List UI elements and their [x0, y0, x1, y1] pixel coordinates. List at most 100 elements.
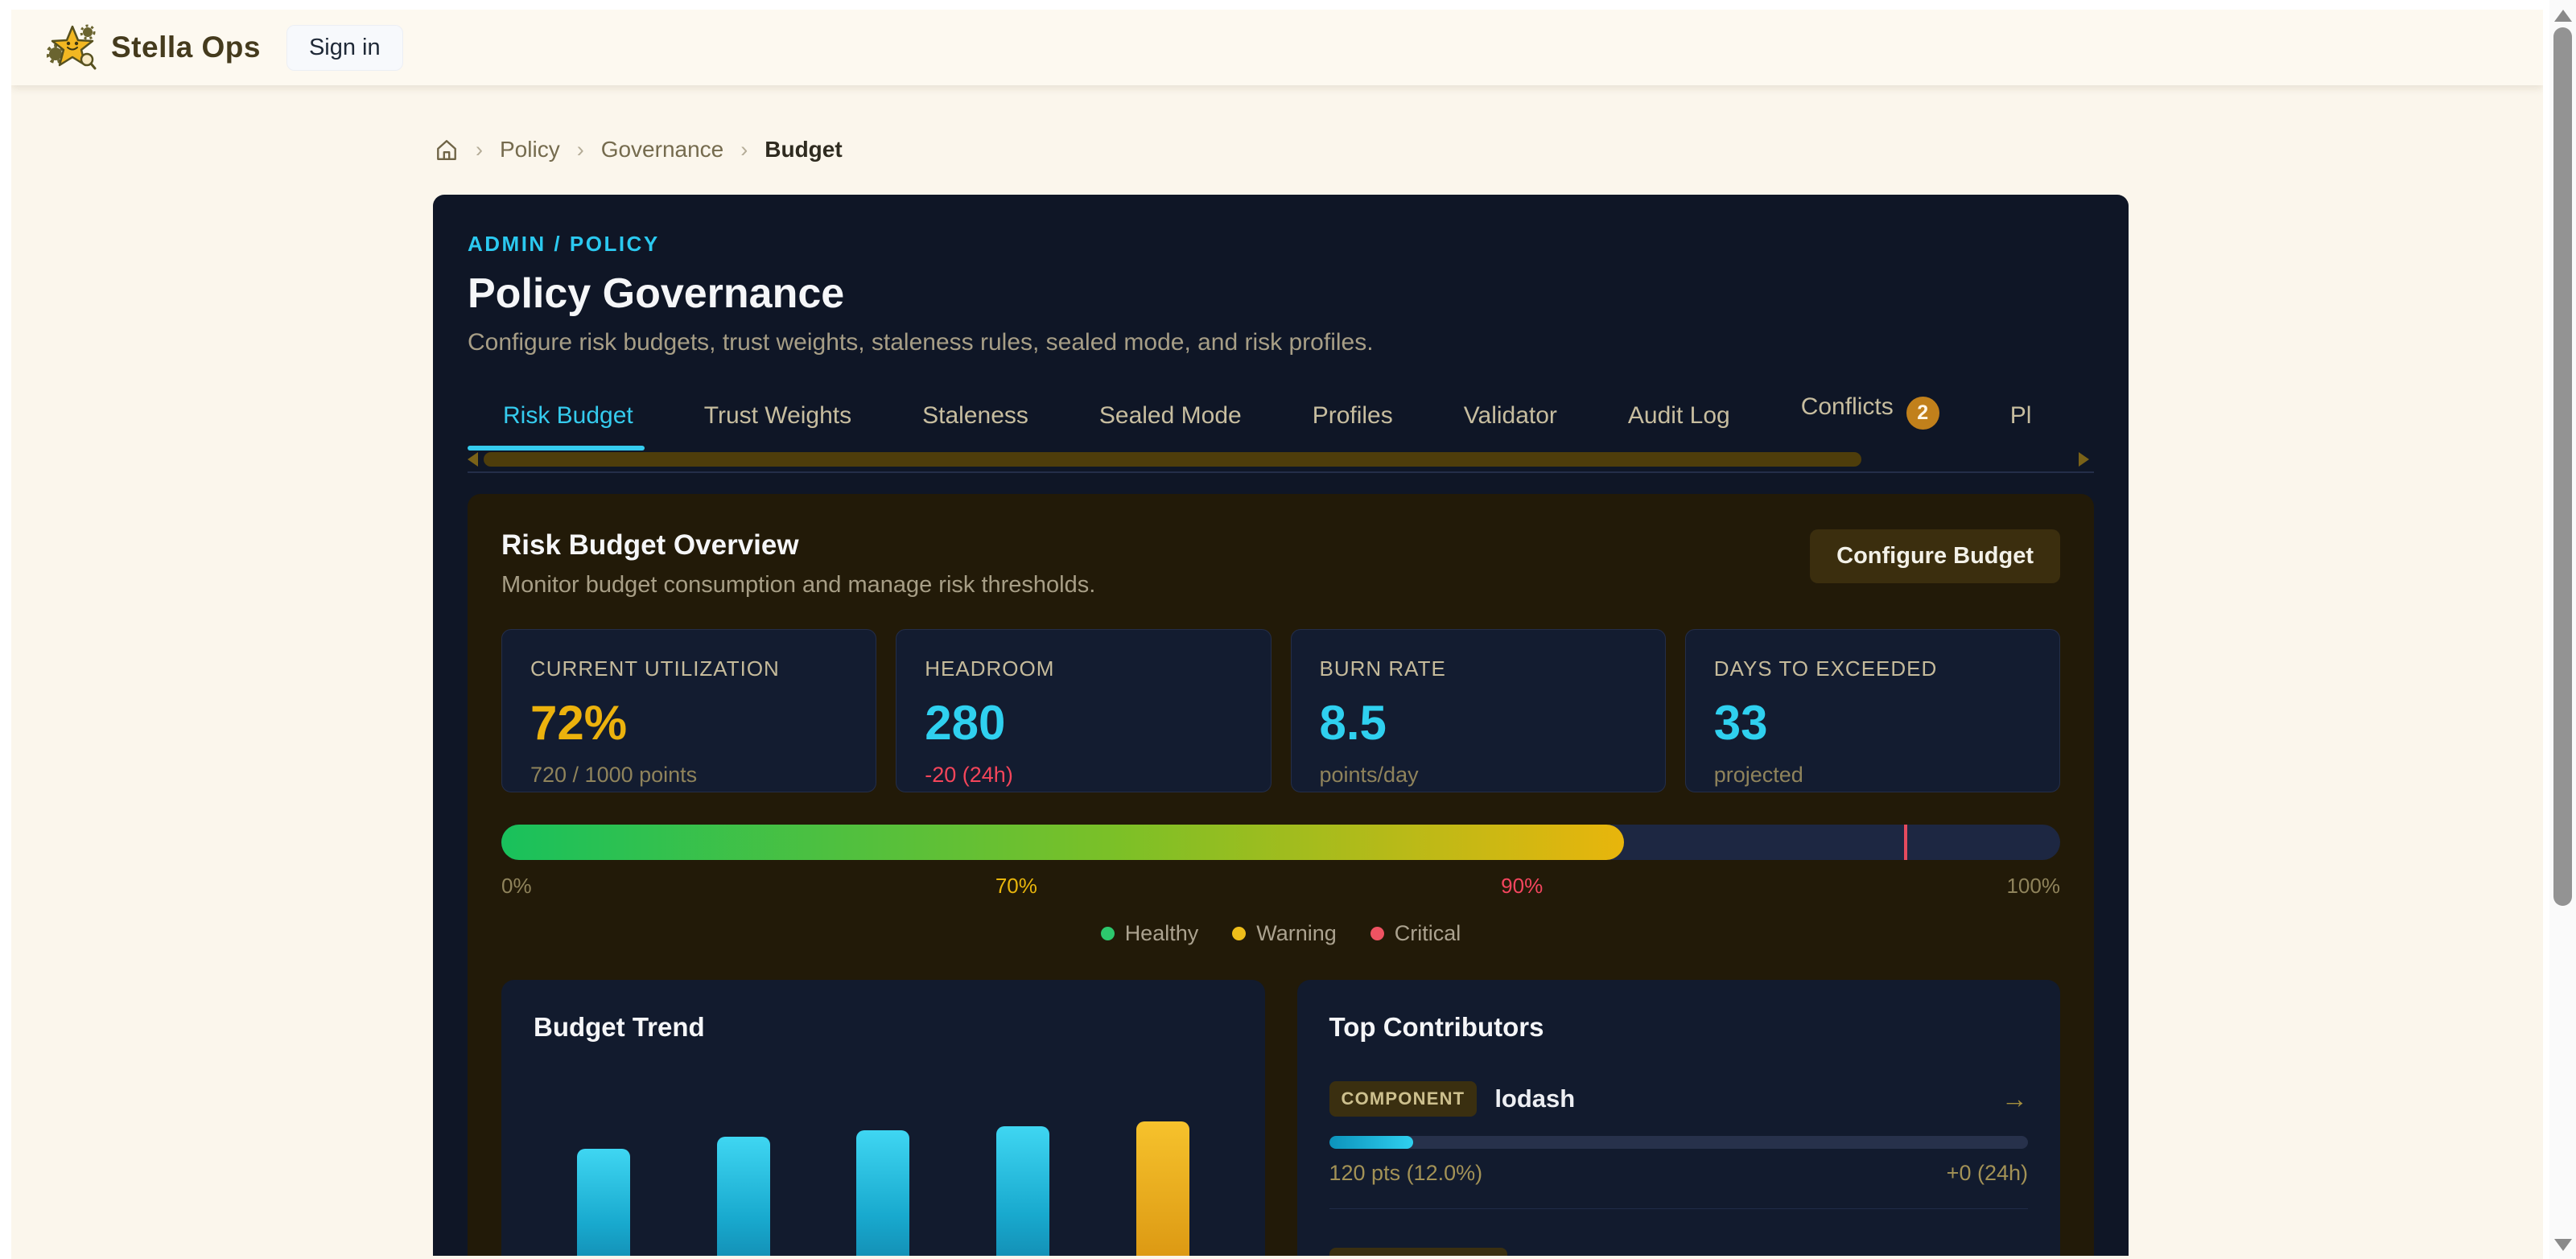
legend-item-critical: Critical: [1370, 921, 1461, 946]
contributor-bar: [1329, 1136, 2029, 1149]
legend-item-healthy: Healthy: [1101, 921, 1199, 946]
stats-grid: CURRENT UTILIZATION 72% 720 / 1000 point…: [501, 629, 2060, 792]
stat-card-current-utilization: CURRENT UTILIZATION 72% 720 / 1000 point…: [501, 629, 876, 792]
row-divider: [1329, 1208, 2029, 1209]
gauge-labels: 0% 70% 90% 100%: [501, 874, 2060, 899]
stat-card-burn-rate: BURN RATE 8.5 points/day: [1291, 629, 1666, 792]
gauge-label-90: 90%: [1501, 874, 1543, 899]
policy-governance-panel: ADMIN / POLICY Policy Governance Configu…: [433, 195, 2129, 1256]
brand-name: Stella Ops: [111, 31, 261, 64]
healthy-dot-icon: [1101, 927, 1115, 940]
home-icon[interactable]: [435, 138, 459, 162]
chart-slot: [962, 1121, 1083, 1256]
gauge-critical-marker: [1904, 825, 1907, 860]
risk-budget-overview-card: Risk Budget Overview Monitor budget cons…: [468, 494, 2094, 1256]
tab-label: Audit Log: [1628, 402, 1730, 429]
page-subtitle: Configure risk budgets, trust weights, s…: [468, 329, 2094, 356]
tab-label: Profiles: [1313, 402, 1393, 429]
app-body: › Policy › Governance › Budget ADMIN / P…: [11, 85, 2543, 1259]
app-window: Stella Ops Sign in › Policy › Governance…: [11, 10, 2543, 1259]
tab-scrollbar: [468, 451, 2094, 468]
overview-subtitle: Monitor budget consumption and manage ri…: [501, 572, 1095, 599]
gauge-fill: [501, 825, 1624, 860]
configure-budget-button[interactable]: Configure Budget: [1810, 529, 2060, 583]
right-arrow-icon[interactable]: →: [2001, 1084, 2028, 1114]
chart-slot: [543, 1121, 664, 1256]
tab-scroll-left-arrow-icon[interactable]: [468, 452, 478, 467]
tab-audit-log[interactable]: Audit Log: [1593, 402, 1766, 451]
budget-utilization-gauge: [501, 825, 2060, 860]
stat-label: BURN RATE: [1320, 656, 1637, 681]
stat-label: CURRENT UTILIZATION: [530, 656, 847, 681]
stat-sub: 720 / 1000 points: [530, 763, 847, 788]
breadcrumb: › Policy › Governance › Budget: [11, 85, 2543, 163]
stat-card-headroom: HEADROOM 280 -20 (24h): [896, 629, 1271, 792]
trend-bar: [717, 1137, 770, 1256]
legend-label: Healthy: [1125, 921, 1199, 946]
critical-dot-icon: [1370, 927, 1384, 940]
page-title: Policy Governance: [468, 269, 2094, 318]
top-contributors-title: Top Contributors: [1329, 1012, 2029, 1043]
contributor-points: 120 pts (12.0%): [1329, 1161, 1483, 1186]
breadcrumb-link-policy[interactable]: Policy: [500, 137, 560, 163]
conflicts-count-badge: 2: [1906, 397, 1939, 430]
scrollbar-thumb[interactable]: [2553, 27, 2572, 906]
tab-scroll-right-arrow-icon[interactable]: [2079, 452, 2089, 467]
trend-bar: [996, 1126, 1049, 1256]
stat-value: 72%: [530, 695, 847, 751]
stat-card-days-to-exceeded: DAYS TO EXCEEDED 33 projected: [1685, 629, 2060, 792]
tab-label: Conflicts: [1801, 393, 1894, 420]
tab-label: Trust Weights: [704, 402, 851, 429]
tab-conflicts[interactable]: Conflicts 2: [1766, 393, 1975, 451]
contributor-head[interactable]: VULNERABILITY CVE-2024-1234 ↑: [1329, 1248, 2029, 1256]
stella-ops-logo-icon[interactable]: [47, 23, 98, 72]
contributor-stats: 120 pts (12.0%) +0 (24h): [1329, 1161, 2029, 1186]
contributor-row-lodash: COMPONENT lodash → 120 pts (12.0%) +0 (2…: [1329, 1081, 2029, 1209]
contributor-bar-fill: [1329, 1136, 1413, 1149]
chart-slot: [822, 1121, 943, 1256]
overview-header: Risk Budget Overview Monitor budget cons…: [501, 529, 2060, 599]
tab-bar: Risk Budget Trust Weights Staleness Seal…: [468, 393, 2094, 451]
tab-pl-truncated[interactable]: Pl: [1975, 402, 2067, 451]
app-header: Stella Ops Sign in: [11, 10, 2543, 85]
gauge-label-100: 100%: [2006, 874, 2060, 899]
page-eyebrow: ADMIN / POLICY: [468, 232, 2094, 257]
tab-label: Validator: [1464, 402, 1557, 429]
tab-scrollbar-thumb[interactable]: [484, 452, 1861, 467]
stat-sub: points/day: [1320, 763, 1637, 788]
breadcrumb-separator: ›: [476, 138, 483, 163]
breadcrumb-current: Budget: [765, 137, 842, 163]
contributor-type-badge: COMPONENT: [1329, 1081, 1478, 1117]
contributor-row-cve-2024-1234: VULNERABILITY CVE-2024-1234 ↑ 95 pts (9.…: [1329, 1248, 2029, 1256]
tab-validator[interactable]: Validator: [1428, 402, 1593, 451]
tab-trust-weights[interactable]: Trust Weights: [669, 402, 887, 451]
tab-label: Risk Budget: [503, 402, 633, 429]
scrollbar-up-arrow-icon[interactable]: [2554, 10, 2572, 22]
tabs-divider: [468, 471, 2094, 473]
tab-risk-budget[interactable]: Risk Budget: [468, 402, 669, 451]
tab-staleness[interactable]: Staleness: [887, 402, 1064, 451]
top-contributors-card: Top Contributors COMPONENT lodash →: [1297, 980, 2061, 1256]
tab-label: Pl: [2010, 402, 2032, 429]
budget-trend-card: Budget Trend 12/1 12/8: [501, 980, 1265, 1256]
scrollbar-down-arrow-icon[interactable]: [2554, 1239, 2572, 1251]
trend-bar-current: [1136, 1121, 1189, 1256]
warning-dot-icon: [1232, 927, 1246, 940]
lower-cards-row: Budget Trend 12/1 12/8: [501, 980, 2060, 1256]
trend-bar: [856, 1130, 909, 1256]
budget-trend-title: Budget Trend: [534, 1012, 1233, 1043]
tab-sealed-mode[interactable]: Sealed Mode: [1064, 402, 1277, 451]
tab-profiles[interactable]: Profiles: [1277, 402, 1428, 451]
sign-in-button[interactable]: Sign in: [286, 25, 403, 71]
breadcrumb-link-governance[interactable]: Governance: [601, 137, 724, 163]
legend-item-warning: Warning: [1232, 921, 1337, 946]
contributor-head[interactable]: COMPONENT lodash →: [1329, 1081, 2029, 1117]
contributor-type-badge: VULNERABILITY: [1329, 1248, 1508, 1256]
legend-label: Warning: [1256, 921, 1337, 946]
gauge-label-0: 0%: [501, 874, 532, 899]
up-arrow-icon[interactable]: ↑: [2015, 1250, 2029, 1256]
stat-value: 33: [1714, 695, 2031, 751]
legend-label: Critical: [1395, 921, 1461, 946]
contributor-name: CVE-2024-1234: [1525, 1251, 1704, 1256]
stat-label: HEADROOM: [925, 656, 1242, 681]
